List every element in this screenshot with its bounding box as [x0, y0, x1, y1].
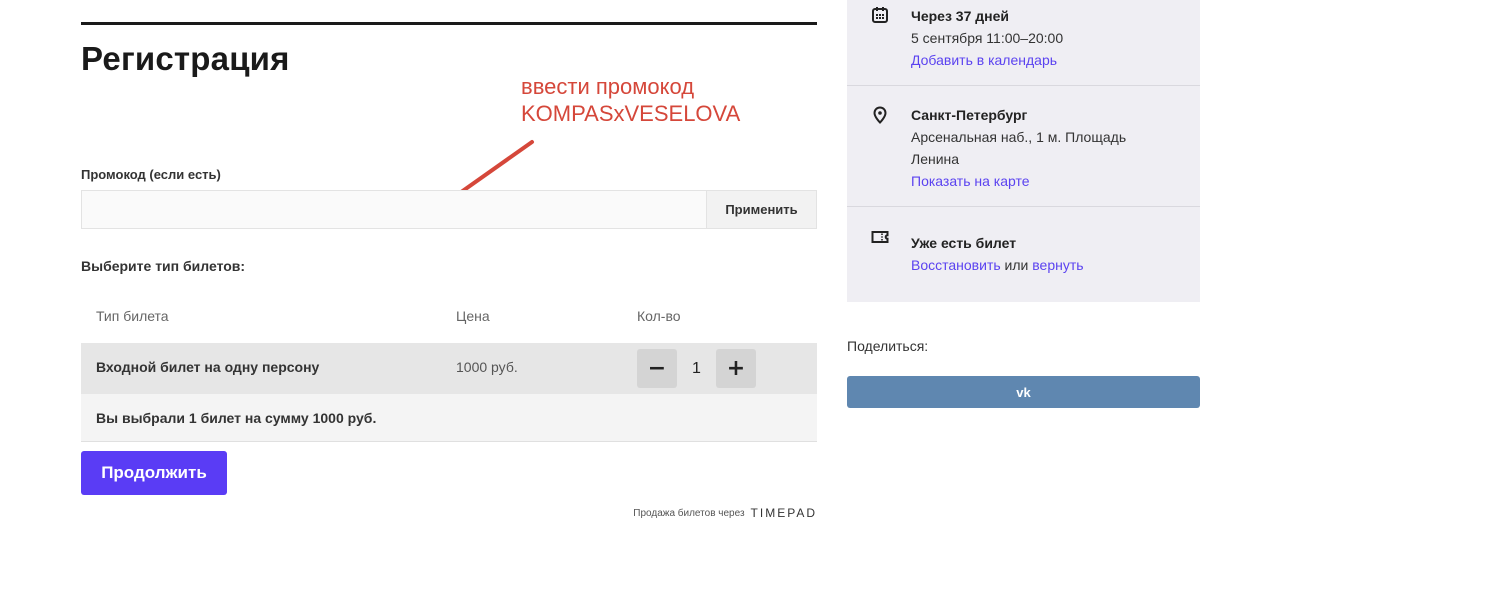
promo-input[interactable]: [82, 191, 706, 228]
event-address-line-1: Арсенальная наб., 1 м. Площадь: [911, 129, 1127, 145]
existing-ticket-block: Уже есть билет Восстановить или вернуть: [847, 207, 1200, 302]
event-city: Санкт-Петербург: [911, 107, 1028, 123]
event-location-block: Санкт-Петербург Арсенальная наб., 1 м. П…: [847, 86, 1200, 207]
annotation-line-1: ввести промокод: [521, 74, 695, 99]
ticket-table-header: Тип билета Цена Кол-во: [81, 296, 817, 338]
event-location-text: Санкт-Петербург Арсенальная наб., 1 м. П…: [911, 104, 1126, 192]
event-countdown: Через 37 дней: [911, 8, 1010, 24]
page-title: Регистрация: [81, 40, 290, 77]
continue-button[interactable]: Продолжить: [81, 451, 227, 495]
powered-text: Продажа билетов через: [633, 507, 745, 519]
ticket-name: Входной билет на одну персону: [96, 359, 320, 375]
event-address-line-2: Ленина: [911, 151, 960, 167]
increment-button[interactable]: +: [716, 349, 756, 388]
powered-by: Продажа билетов через TIMEPAD: [633, 506, 817, 520]
event-datetime: 5 сентября 11:00–20:00: [911, 30, 1064, 46]
column-header-type: Тип билета: [96, 308, 169, 324]
add-to-calendar-link[interactable]: Добавить в календарь: [911, 49, 1063, 71]
return-ticket-link[interactable]: вернуть: [1032, 257, 1083, 273]
existing-ticket-actions: Восстановить или вернуть: [911, 254, 1084, 276]
promo-field-group: Применить: [81, 190, 817, 229]
apply-promo-button[interactable]: Применить: [706, 191, 816, 228]
restore-ticket-link[interactable]: Восстановить: [911, 257, 1001, 273]
event-date-text: Через 37 дней 5 сентября 11:00–20:00 Доб…: [911, 5, 1063, 71]
quantity-value: 1: [692, 359, 701, 377]
show-on-map-link[interactable]: Показать на карте: [911, 170, 1126, 192]
column-header-price: Цена: [456, 308, 490, 324]
timepad-logo[interactable]: TIMEPAD: [751, 506, 817, 520]
share-label: Поделиться:: [847, 338, 929, 354]
event-sidebar: Через 37 дней 5 сентября 11:00–20:00 Доб…: [847, 0, 1200, 302]
table-row: Входной билет на одну персону 1000 руб. …: [81, 343, 817, 394]
calendar-icon: [872, 7, 888, 23]
vk-share-button[interactable]: vk: [847, 376, 1200, 408]
event-date-block: Через 37 дней 5 сентября 11:00–20:00 Доб…: [847, 0, 1200, 86]
promo-annotation: ввести промокод KOMPASxVESELOVA: [521, 73, 740, 127]
summary-text: Вы выбрали 1 билет на сумму 1000 руб.: [96, 410, 377, 426]
existing-ticket-text: Уже есть билет Восстановить или вернуть: [911, 232, 1084, 276]
promo-label: Промокод (если есть): [81, 167, 221, 182]
or-text: или: [1004, 257, 1029, 273]
existing-ticket-title: Уже есть билет: [911, 235, 1017, 251]
annotation-line-2: KOMPASxVESELOVA: [521, 101, 741, 126]
ticket-type-heading: Выберите тип билетов:: [81, 258, 246, 274]
ticket-icon: [871, 231, 889, 243]
quantity-stepper: − 1 +: [637, 349, 756, 388]
vk-icon: vk: [1016, 384, 1031, 400]
decrement-button[interactable]: −: [637, 349, 677, 388]
column-header-qty: Кол-во: [637, 308, 681, 324]
location-pin-icon: [873, 106, 887, 124]
top-divider: [81, 22, 817, 25]
order-summary: Вы выбрали 1 билет на сумму 1000 руб.: [81, 394, 817, 442]
ticket-price: 1000 руб.: [456, 359, 518, 375]
